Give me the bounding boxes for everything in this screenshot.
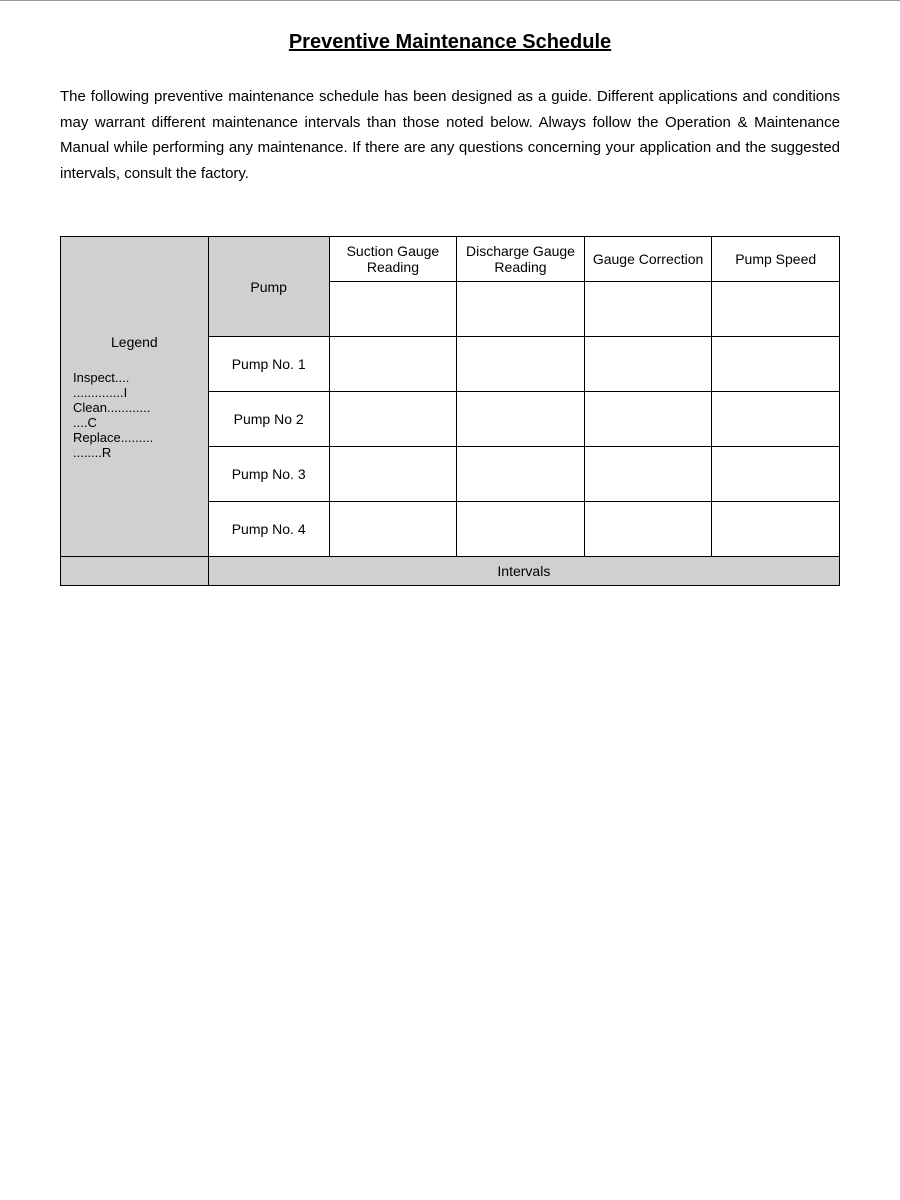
discharge-col-header: Discharge Gauge Reading xyxy=(457,237,585,282)
pump2-speed xyxy=(712,392,840,447)
legend-cell: Legend Inspect.... ..............I Clean… xyxy=(61,237,209,557)
pump2-discharge xyxy=(457,392,585,447)
legend-item-6: ........R xyxy=(73,445,111,460)
legend-item-4: ....C xyxy=(73,415,97,430)
intro-text: The following preventive maintenance sch… xyxy=(0,84,900,186)
pump1-gauge-b xyxy=(584,337,712,392)
pump2-gauge xyxy=(584,392,712,447)
header-row-1: Legend Inspect.... ..............I Clean… xyxy=(61,237,840,282)
page-title: Preventive Maintenance Schedule xyxy=(289,31,611,53)
pump3-speed xyxy=(712,447,840,502)
pump4-suction xyxy=(329,502,457,557)
legend-item-2: ..............I xyxy=(73,385,127,400)
pump1-speed xyxy=(712,282,840,337)
legend-item-3: Clean............ xyxy=(73,400,150,415)
intervals-label-cell: Intervals xyxy=(208,557,839,586)
pump3-gauge xyxy=(584,447,712,502)
pump3-suction xyxy=(329,447,457,502)
suction-col-header: Suction Gauge Reading xyxy=(329,237,457,282)
maintenance-table: Legend Inspect.... ..............I Clean… xyxy=(60,236,840,586)
title-section: Preventive Maintenance Schedule xyxy=(0,31,900,54)
pump1-suction-b xyxy=(329,337,457,392)
pump1-suction xyxy=(329,282,457,337)
pump-no-3: Pump No. 3 xyxy=(208,447,329,502)
legend-content: Legend Inspect.... ..............I Clean… xyxy=(65,330,204,464)
legend-item-5: Replace......... xyxy=(73,430,153,445)
legend-item-1: Inspect.... xyxy=(73,370,129,385)
top-divider xyxy=(0,0,900,1)
page-container: Preventive Maintenance Schedule The foll… xyxy=(0,0,900,1200)
pump1-discharge-b xyxy=(457,337,585,392)
pump4-gauge xyxy=(584,502,712,557)
gauge-correction-col-header: Gauge Correction xyxy=(584,237,712,282)
pump4-discharge xyxy=(457,502,585,557)
pump-no-1: Pump No. 1 xyxy=(208,337,329,392)
pump-no-4: Pump No. 4 xyxy=(208,502,329,557)
pump2-suction xyxy=(329,392,457,447)
pump1-discharge xyxy=(457,282,585,337)
pump-col-header: Pump xyxy=(208,237,329,337)
pump-no-2: Pump No 2 xyxy=(208,392,329,447)
legend-label: Legend xyxy=(111,334,158,350)
pump1-gauge xyxy=(584,282,712,337)
table-section: Legend Inspect.... ..............I Clean… xyxy=(0,236,900,586)
intervals-row: Intervals xyxy=(61,557,840,586)
pump-speed-col-header: Pump Speed xyxy=(712,237,840,282)
pump3-discharge xyxy=(457,447,585,502)
pump4-speed xyxy=(712,502,840,557)
pump1-speed-b xyxy=(712,337,840,392)
intervals-legend-cell xyxy=(61,557,209,586)
